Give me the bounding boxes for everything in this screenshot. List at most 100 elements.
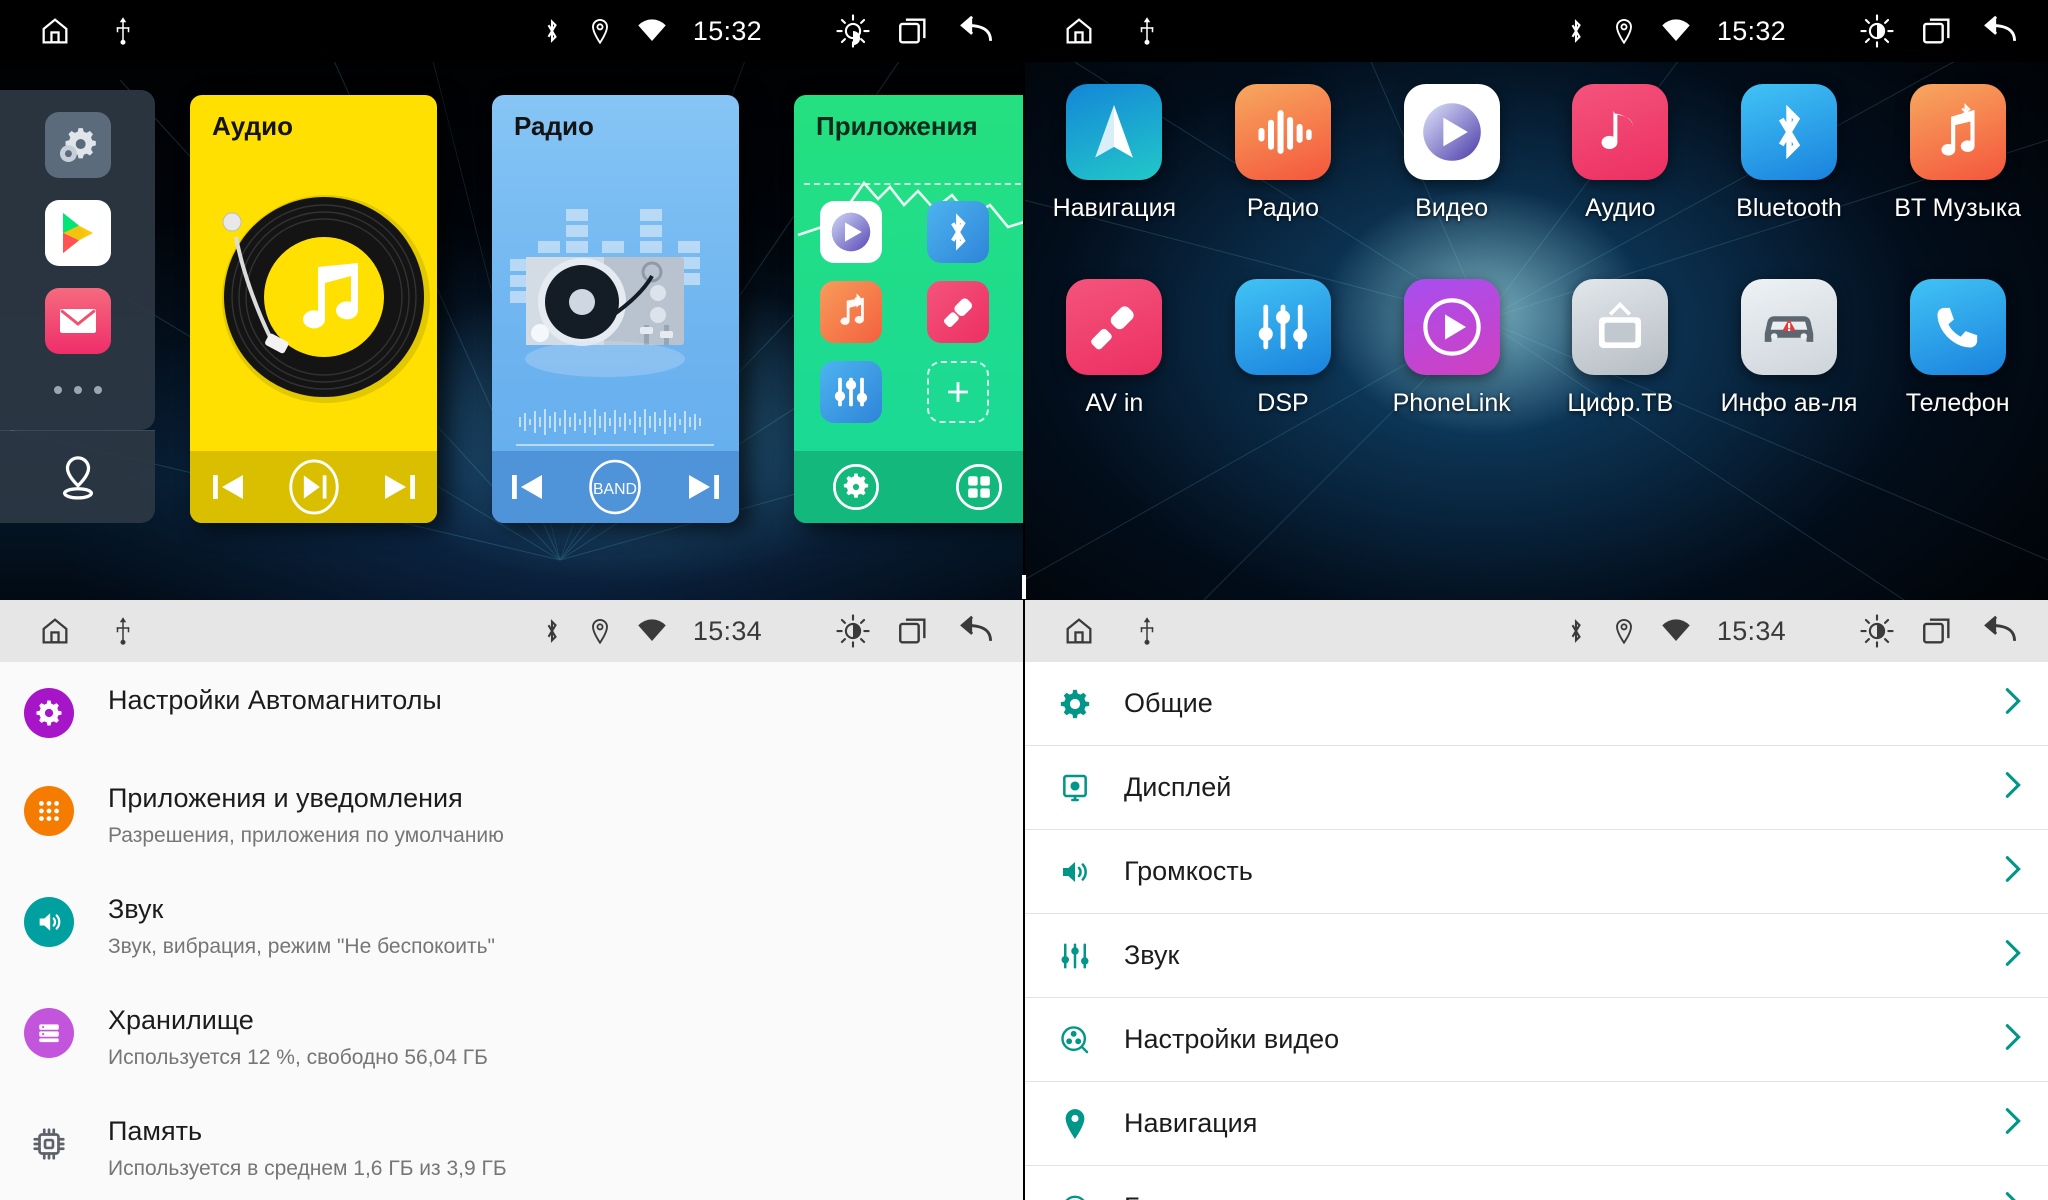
brightness-icon[interactable] xyxy=(836,14,870,48)
app-car-info-label: Инфо ав-ля xyxy=(1720,389,1858,417)
car-settings-row-video[interactable]: Настройки видео xyxy=(1024,998,2048,1082)
home-icon[interactable] xyxy=(38,14,72,48)
car-settings-row-label: Дисплей xyxy=(1124,772,1232,802)
clock-bottom-left: 15:34 xyxy=(692,615,762,646)
next-track-button[interactable] xyxy=(382,472,418,502)
settings-row-storage[interactable]: Хранилище Используется 12 %, свободно 56… xyxy=(0,982,1024,1093)
back-icon[interactable] xyxy=(956,14,994,48)
card-apps[interactable]: Приложения xyxy=(794,95,1024,523)
app-av-in[interactable]: AV in xyxy=(1030,279,1199,418)
app-phonelink[interactable]: PhoneLink xyxy=(1367,279,1536,418)
tile-add[interactable] xyxy=(927,361,989,423)
location-pin-icon xyxy=(1054,1107,1096,1141)
status-bar-top-right: 15:32 xyxy=(1024,0,2048,62)
clock-bottom-right: 15:34 xyxy=(1716,615,1786,646)
settings-row-apps[interactable]: Приложения и уведомления Разрешения, при… xyxy=(0,760,1024,871)
recents-icon[interactable] xyxy=(896,14,930,48)
car-settings-row-general[interactable]: Общие xyxy=(1024,662,2048,746)
bluetooth-icon xyxy=(1740,84,1837,180)
car-settings-row-volume[interactable]: Громкость xyxy=(1024,830,2048,914)
av-in-icon xyxy=(1066,279,1163,375)
memory-chip-icon xyxy=(24,1119,74,1169)
screen-root: 15:32 Аудио Радио BAND Приложения 15:32 … xyxy=(0,0,2048,1200)
next-station-button[interactable] xyxy=(686,472,722,502)
chevron-right-icon[interactable] xyxy=(2000,684,2026,723)
status-bar-top-left: 15:32 xyxy=(0,0,1024,62)
app-radio[interactable]: Радио xyxy=(1199,84,1368,223)
app-bluetooth[interactable]: Bluetooth xyxy=(1705,84,1874,223)
tile-bt-music[interactable] xyxy=(820,281,882,343)
home-icon[interactable] xyxy=(1062,614,1096,648)
brightness-icon[interactable] xyxy=(836,614,870,648)
dock-more-dots-icon[interactable] xyxy=(53,386,102,394)
apps-grid-icon xyxy=(24,786,74,836)
tile-av-in[interactable] xyxy=(927,281,989,343)
dock-item-email[interactable] xyxy=(44,288,111,354)
dock-item-navigation[interactable] xyxy=(0,431,155,523)
app-video[interactable]: Видео xyxy=(1367,84,1536,223)
car-settings-row-bluetooth[interactable]: Блютуз xyxy=(1024,1166,2048,1200)
app-bt-music[interactable]: BT Музыка xyxy=(1873,84,2042,223)
app-phone-label: Телефон xyxy=(1905,389,2010,417)
wifi-icon xyxy=(637,19,667,43)
car-settings-row-display[interactable]: Дисплей xyxy=(1024,746,2048,830)
recents-icon[interactable] xyxy=(896,614,930,648)
prev-track-button[interactable] xyxy=(210,472,246,502)
card-audio-title: Аудио xyxy=(212,111,293,141)
card-apps-tiles xyxy=(820,201,1016,423)
app-audio[interactable]: Аудио xyxy=(1536,84,1705,223)
band-button[interactable]: BAND xyxy=(579,458,651,516)
app-phone[interactable]: Телефон xyxy=(1873,279,2042,418)
bluetooth-icon xyxy=(541,17,563,45)
brightness-icon[interactable] xyxy=(1860,614,1894,648)
app-av-in-label: AV in xyxy=(1085,389,1144,417)
recents-icon[interactable] xyxy=(1920,14,1954,48)
chevron-right-icon[interactable] xyxy=(2000,1020,2026,1059)
back-icon[interactable] xyxy=(956,614,994,648)
app-car-info[interactable]: Инфо ав-ля xyxy=(1705,279,1874,418)
tile-dsp[interactable] xyxy=(820,361,882,423)
home-icon[interactable] xyxy=(38,614,72,648)
chevron-right-icon[interactable] xyxy=(2000,768,2026,807)
status-bar-bottom-left: 15:34 xyxy=(0,600,1024,662)
car-settings-row-navigation[interactable]: Навигация xyxy=(1024,1082,2048,1166)
car-settings-row-label: Громкость xyxy=(1124,856,1253,886)
play-pause-button[interactable] xyxy=(285,458,343,516)
back-icon[interactable] xyxy=(1980,614,2018,648)
app-digital-tv[interactable]: Цифр.ТВ xyxy=(1536,279,1705,418)
bt-music-icon xyxy=(1909,84,2006,180)
app-grid-panel: 15:32 Навигация Радио Видео Аудио Blueto… xyxy=(1024,0,2048,600)
settings-row-memory[interactable]: Память Используется в среднем 1,6 ГБ из … xyxy=(0,1093,1024,1200)
equalizer-icon xyxy=(1054,940,1096,972)
car-settings-row-sound[interactable]: Звук xyxy=(1024,914,2048,998)
volume-icon xyxy=(1054,856,1096,888)
dock-item-play-store[interactable] xyxy=(44,200,111,266)
recents-icon[interactable] xyxy=(1920,614,1954,648)
app-navigation[interactable]: Навигация xyxy=(1030,84,1199,223)
prev-station-button[interactable] xyxy=(509,472,545,502)
panel-divider xyxy=(1023,0,1025,1200)
settings-row-title: Память xyxy=(108,1116,203,1146)
card-radio[interactable]: Радио BAND xyxy=(492,95,739,523)
card-audio[interactable]: Аудио xyxy=(190,95,437,523)
chevron-right-icon[interactable] xyxy=(2000,1188,2026,1200)
tile-video[interactable] xyxy=(820,201,882,263)
card-apps-all-apps-button[interactable] xyxy=(952,460,1006,514)
card-apps-settings-button[interactable] xyxy=(829,460,883,514)
chevron-right-icon[interactable] xyxy=(2000,852,2026,891)
app-dsp[interactable]: DSP xyxy=(1199,279,1368,418)
tile-bluetooth[interactable] xyxy=(927,201,989,263)
chevron-right-icon[interactable] xyxy=(2000,1104,2026,1143)
home-icon[interactable] xyxy=(1062,14,1096,48)
chevron-right-icon[interactable] xyxy=(2000,936,2026,975)
brightness-icon[interactable] xyxy=(1860,14,1894,48)
car-settings-row-label: Навигация xyxy=(1124,1108,1258,1138)
settings-row-sound[interactable]: Звук Звук, вибрация, режим "Не беспокоит… xyxy=(0,871,1024,982)
dock-item-settings[interactable] xyxy=(44,112,111,178)
phonelink-play-icon xyxy=(1403,279,1500,375)
app-bt-music-label: BT Музыка xyxy=(1894,194,2022,222)
settings-list: Настройки Автомагнитолы Приложения и уве… xyxy=(0,662,1024,1200)
back-icon[interactable] xyxy=(1980,14,2018,48)
settings-row-car[interactable]: Настройки Автомагнитолы xyxy=(0,662,1024,760)
radio-waves-icon xyxy=(1234,84,1331,180)
